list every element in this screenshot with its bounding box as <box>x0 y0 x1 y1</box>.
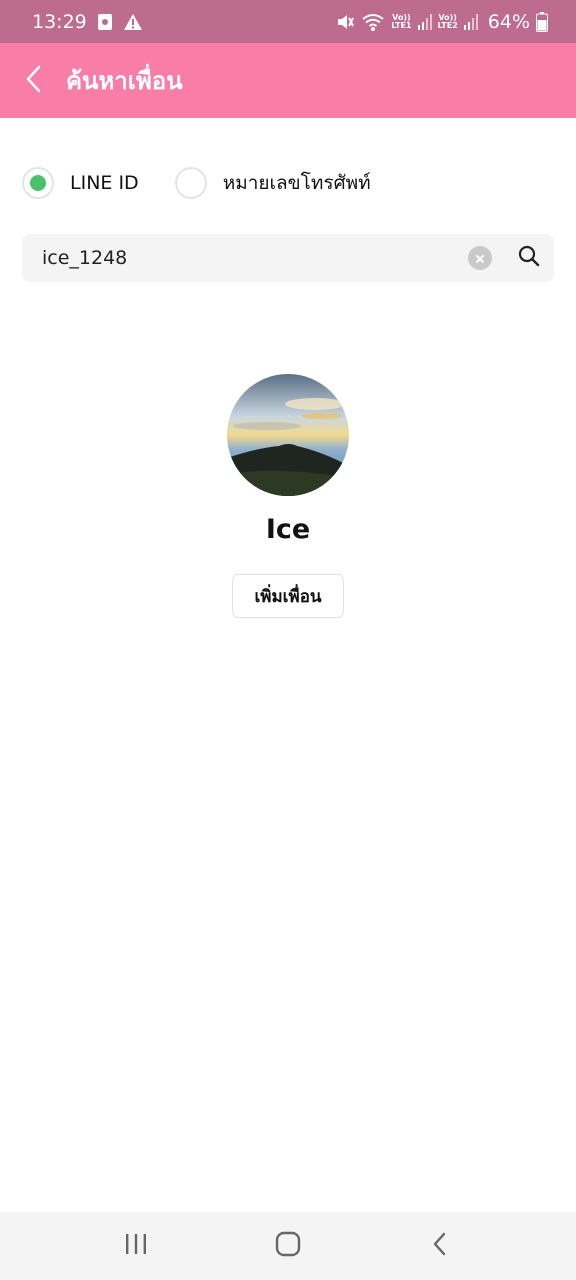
home-icon <box>275 1231 301 1261</box>
radio-label-phone-number: หมายเลขโทรศัพท์ <box>222 172 371 194</box>
radio-line-id[interactable]: LINE ID <box>22 167 139 199</box>
chevron-left-icon <box>25 65 41 97</box>
warning-icon <box>123 13 143 31</box>
search-box <box>22 234 554 282</box>
recent-apps-icon <box>124 1233 148 1259</box>
radio-label-line-id: LINE ID <box>70 172 139 194</box>
signal-icon <box>417 13 432 30</box>
status-time: 13:29 <box>32 10 87 33</box>
status-right: Vo)) LTE1 Vo)) LTE2 64% <box>335 11 548 33</box>
search-icon <box>518 245 540 271</box>
signal-icon <box>463 13 478 30</box>
battery-icon <box>536 11 548 32</box>
search-input[interactable] <box>42 247 468 269</box>
battery-percentage: 64% <box>487 10 530 33</box>
profile-name: Ice <box>265 514 311 545</box>
back-button[interactable] <box>0 43 66 118</box>
wifi-icon <box>361 12 385 32</box>
back-icon <box>432 1232 448 1260</box>
add-friend-button[interactable]: เพิ่มเพื่อน <box>232 574 344 618</box>
system-nav-bar <box>0 1212 576 1280</box>
lte2-bottom: LTE2 <box>437 20 458 30</box>
recent-apps-button[interactable] <box>106 1216 166 1276</box>
nav-back-button[interactable] <box>410 1216 470 1276</box>
lte1-bottom: LTE1 <box>391 20 412 30</box>
screen-record-icon <box>97 13 113 31</box>
radio-selected-dot <box>30 175 46 191</box>
page-title: ค้นหาเพื่อน <box>66 67 183 95</box>
search-button[interactable] <box>516 245 542 271</box>
status-bar: 13:29 Vo)) LTE1 Vo)) LTE2 64% <box>0 0 576 43</box>
status-left: 13:29 <box>32 11 143 33</box>
clear-search-button[interactable] <box>468 246 492 270</box>
lte2-indicator: Vo)) LTE2 <box>437 13 458 30</box>
radio-button-unselected[interactable] <box>174 167 207 199</box>
mute-icon <box>335 12 355 32</box>
close-icon <box>475 249 485 268</box>
home-button[interactable] <box>258 1216 318 1276</box>
radio-phone-number[interactable]: หมายเลขโทรศัพท์ <box>174 167 371 199</box>
app-bar: ค้นหาเพื่อน <box>0 43 576 118</box>
search-type-selector: LINE ID หมายเลขโทรศัพท์ <box>22 166 371 200</box>
profile-avatar[interactable] <box>227 374 349 496</box>
lte1-indicator: Vo)) LTE1 <box>391 13 412 30</box>
radio-button-selected[interactable] <box>22 167 54 199</box>
